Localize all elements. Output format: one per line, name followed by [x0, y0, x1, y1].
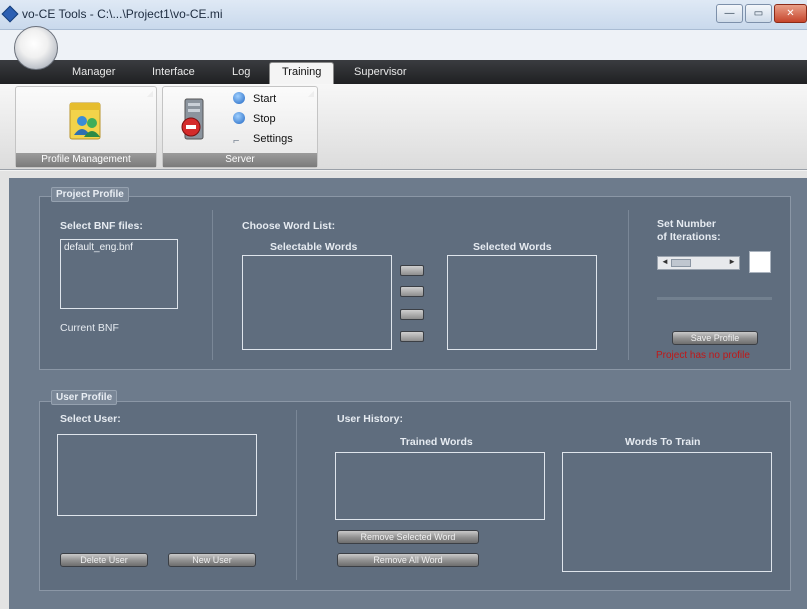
users-icon[interactable] [66, 101, 106, 143]
minimize-button[interactable]: — [716, 4, 743, 23]
server-group: Start Stop ⌐ Settings Server ◢ [162, 86, 318, 168]
remove-selected-word-button[interactable]: Remove Selected Word [337, 530, 479, 544]
select-user-label: Select User: [60, 413, 121, 425]
choose-word-list-label: Choose Word List: [242, 220, 336, 232]
maximize-button[interactable]: ▭ [745, 4, 772, 23]
add-all-words-button[interactable] [400, 286, 424, 297]
server-settings-label: Settings [253, 133, 293, 145]
application-menu-button[interactable] [14, 26, 58, 70]
set-iterations-label-2: of Iterations: [657, 231, 721, 243]
tab-interface[interactable]: Interface [152, 66, 195, 78]
set-iterations-label-1: Set Number [657, 218, 716, 230]
words-to-train-list[interactable] [562, 452, 772, 572]
current-bnf-label: Current BNF [60, 322, 119, 334]
start-icon [233, 92, 245, 104]
tab-supervisor[interactable]: Supervisor [354, 66, 407, 78]
iterations-slider[interactable]: ◄ ► [657, 256, 740, 270]
ribbon-panel: Profile Management ◢ Start Stop ⌐ Setting… [0, 84, 807, 170]
slider-right-arrow-icon[interactable]: ► [728, 257, 736, 266]
ribbon-tab-bar: Manager Interface Log Training Superviso… [0, 60, 807, 84]
server-start-item[interactable]: Start [233, 92, 276, 105]
selected-words-list[interactable] [447, 255, 597, 350]
save-profile-button[interactable]: Save Profile [672, 331, 758, 345]
group-launcher-icon[interactable]: ◢ [147, 89, 153, 98]
remove-all-word-button[interactable]: Remove All Word [337, 553, 479, 567]
slider-left-arrow-icon[interactable]: ◄ [661, 257, 669, 266]
user-list[interactable] [57, 434, 257, 516]
server-icon [181, 98, 204, 140]
server-group-label: Server [163, 153, 317, 167]
window-title: vo-CE Tools - C:\...\Project1\vo-CE.mi [22, 7, 223, 21]
remove-all-words-button[interactable] [400, 331, 424, 342]
tab-log[interactable]: Log [232, 66, 250, 78]
remove-word-button[interactable] [400, 309, 424, 320]
stop-icon [233, 112, 245, 124]
profile-management-label: Profile Management [16, 153, 156, 167]
user-history-label: User History: [337, 413, 403, 425]
server-stop-label: Stop [253, 113, 276, 125]
add-word-button[interactable] [400, 265, 424, 276]
tab-training[interactable]: Training [269, 62, 335, 84]
quick-access-toolbar: ₒ [0, 30, 807, 78]
close-button[interactable]: ✕ [774, 4, 807, 23]
selectable-words-label: Selectable Words [270, 241, 358, 253]
slider-thumb[interactable] [671, 259, 691, 267]
selected-words-label: Selected Words [473, 241, 552, 253]
trained-words-list[interactable] [335, 452, 545, 520]
server-launcher-icon[interactable]: ◢ [308, 89, 314, 98]
divider [212, 210, 213, 360]
server-start-label: Start [253, 93, 277, 105]
user-profile-title: User Profile [51, 390, 118, 405]
profile-management-group: Profile Management ◢ [15, 86, 157, 168]
settings-icon: ⌐ [233, 135, 240, 147]
delete-user-button[interactable]: Delete User [60, 553, 148, 567]
progress-bar [657, 297, 772, 300]
iterations-value-box [749, 251, 771, 273]
project-profile-title: Project Profile [51, 187, 129, 202]
new-user-button[interactable]: New User [168, 553, 256, 567]
app-icon [1, 5, 19, 23]
profile-status-message: Project has no profile [656, 350, 750, 361]
divider [296, 410, 297, 580]
title-bar: vo-CE Tools - C:\...\Project1\vo-CE.mi —… [0, 0, 807, 30]
trained-words-label: Trained Words [400, 436, 473, 448]
bnf-file-list[interactable]: default_eng.bnf [60, 239, 178, 309]
divider [628, 210, 629, 360]
tab-manager[interactable]: Manager [72, 66, 115, 78]
list-item[interactable]: default_eng.bnf [64, 242, 174, 253]
words-to-train-label: Words To Train [625, 436, 701, 448]
select-bnf-label: Select BNF files: [60, 220, 143, 232]
selectable-words-list[interactable] [242, 255, 392, 350]
server-settings-item[interactable]: ⌐ Settings [233, 133, 293, 147]
server-stop-item[interactable]: Stop [233, 112, 276, 125]
